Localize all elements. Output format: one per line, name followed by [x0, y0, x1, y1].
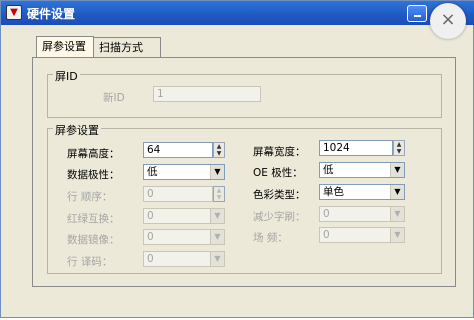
color-type-value: 单色: [323, 186, 344, 198]
spin-up-icon[interactable]: ▲: [214, 143, 224, 150]
tab-panel: 屏ID 新ID 1 屏参设置 屏幕高度： 64 ▲ ▼ 屏幕宽度： 1024 ▲ ▼…: [32, 57, 456, 287]
reduce-scan-select[interactable]: 0 ▼: [319, 206, 405, 222]
spin-up-icon[interactable]: ▲: [394, 141, 404, 148]
red-green-swap-label: 红绿互换：: [67, 213, 120, 225]
spin-down-icon[interactable]: ▼: [214, 150, 224, 157]
dropdown-arrow-icon[interactable]: ▼: [210, 230, 224, 244]
reduce-scan-value: 0: [323, 208, 330, 220]
dropdown-arrow-icon[interactable]: ▼: [390, 228, 404, 242]
oe-polarity-label: OE 极性：: [253, 167, 303, 179]
height-label: 屏幕高度：: [67, 148, 120, 160]
height-stepper[interactable]: ▲ ▼: [213, 142, 225, 158]
minimize-button[interactable]: [407, 5, 427, 22]
row-order-stepper[interactable]: ▲ ▼: [213, 186, 225, 202]
dropdown-arrow-icon[interactable]: ▼: [390, 163, 404, 177]
window-title: 硬件设置: [27, 7, 76, 21]
dropdown-arrow-icon[interactable]: ▼: [390, 207, 404, 221]
row-decode-select[interactable]: 0 ▼: [143, 251, 225, 267]
params-legend: 屏参设置: [53, 122, 101, 138]
data-mirror-value: 0: [147, 231, 154, 243]
new-id-field[interactable]: 1: [153, 86, 261, 102]
hardware-settings-window: ▼ 硬件设置 × 屏参设置 扫描方式 屏ID 新ID 1 屏参设置 屏幕高度： …: [0, 0, 474, 318]
reduce-scan-label: 减少字刷：: [253, 211, 306, 223]
oe-polarity-value: 低: [323, 164, 334, 176]
spin-down-icon[interactable]: ▼: [394, 148, 404, 155]
app-icon: ▼: [6, 5, 22, 20]
data-polarity-value: 低: [147, 166, 158, 178]
minimize-icon: [413, 15, 421, 17]
spin-up-icon[interactable]: ▲: [214, 187, 224, 194]
field-freq-value: 0: [323, 229, 330, 241]
color-type-label: 色彩类型：: [253, 189, 306, 201]
new-id-label: 新ID: [103, 92, 125, 104]
tab-scan-mode[interactable]: 扫描方式: [93, 37, 161, 57]
close-icon: ×: [440, 9, 456, 30]
dropdown-arrow-icon[interactable]: ▼: [210, 252, 224, 266]
red-green-swap-select[interactable]: 0 ▼: [143, 208, 225, 224]
row-decode-label: 行 译码：: [67, 256, 113, 268]
color-type-select[interactable]: 单色 ▼: [319, 184, 405, 200]
dropdown-arrow-icon[interactable]: ▼: [210, 165, 224, 179]
dropdown-arrow-icon[interactable]: ▼: [210, 209, 224, 223]
red-green-swap-value: 0: [147, 210, 154, 222]
close-button[interactable]: ×: [430, 3, 466, 39]
data-polarity-select[interactable]: 低 ▼: [143, 164, 225, 180]
row-order-label: 行 顺序：: [67, 191, 113, 203]
tab-screen-params[interactable]: 屏参设置: [36, 36, 94, 57]
screen-id-legend: 屏ID: [53, 68, 80, 84]
title-bar[interactable]: ▼ 硬件设置: [1, 1, 474, 25]
width-label: 屏幕宽度：: [253, 146, 306, 158]
dropdown-arrow-icon[interactable]: ▼: [390, 185, 404, 199]
data-mirror-select[interactable]: 0 ▼: [143, 229, 225, 245]
data-mirror-label: 数据镜像：: [67, 234, 120, 246]
width-stepper[interactable]: ▲ ▼: [393, 140, 405, 156]
data-polarity-label: 数据极性：: [67, 169, 120, 181]
width-field[interactable]: 1024: [319, 140, 393, 156]
field-freq-select[interactable]: 0 ▼: [319, 227, 405, 243]
height-field[interactable]: 64: [143, 142, 213, 158]
spin-down-icon[interactable]: ▼: [214, 194, 224, 201]
row-decode-value: 0: [147, 253, 154, 265]
field-freq-label: 场 频：: [253, 232, 288, 244]
oe-polarity-select[interactable]: 低 ▼: [319, 162, 405, 178]
row-order-field[interactable]: 0: [143, 186, 213, 202]
